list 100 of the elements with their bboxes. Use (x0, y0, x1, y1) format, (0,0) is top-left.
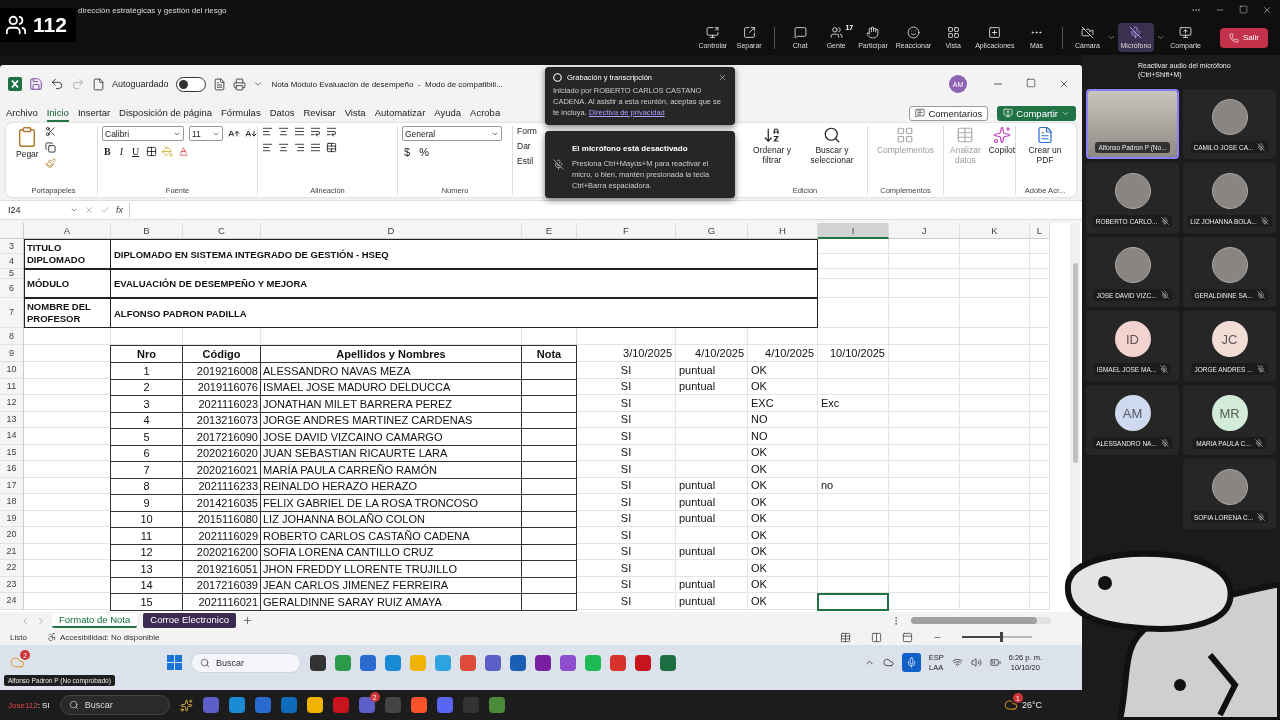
column-header[interactable]: D (261, 223, 522, 239)
empty-cell (889, 477, 960, 494)
sheet-tab[interactable]: Formato de Nota (52, 613, 138, 628)
share-button[interactable]: Compartir (997, 105, 1076, 121)
avatar-photo-placeholder (1211, 247, 1248, 283)
ribbon-tab[interactable]: Datos (269, 104, 295, 122)
people-icon (829, 26, 843, 39)
format-button[interactable]: B (102, 146, 113, 157)
sheet-tab[interactable]: Corroe Electronico (143, 613, 236, 628)
accessibility-icon (46, 632, 57, 642)
camera-off-icon (1081, 26, 1094, 39)
app-icon[interactable] (635, 654, 651, 671)
row-number: 10 (0, 362, 24, 379)
column-header[interactable]: K (960, 223, 1030, 239)
comments-button[interactable]: Comentarios (909, 105, 989, 121)
sort-filter-button[interactable]: Ordenar y filtrar (747, 126, 797, 166)
styles-item[interactable]: Estil (517, 156, 534, 166)
ribbon-tab[interactable]: Revisar (303, 104, 336, 122)
app-icon[interactable] (228, 697, 245, 713)
mic-off-icon (1257, 513, 1266, 521)
chevron-right-icon (36, 615, 46, 626)
number-format-button[interactable]: % (417, 146, 431, 158)
microphone-button[interactable] (901, 653, 921, 672)
format-button[interactable]: U (130, 146, 142, 157)
column-header[interactable]: L (1030, 223, 1050, 239)
table-cell: SI (577, 362, 676, 379)
empty-cell (1030, 279, 1050, 298)
empty-cell (889, 345, 960, 362)
selected-cell[interactable] (817, 593, 889, 611)
app-icon[interactable] (488, 697, 505, 713)
column-header[interactable]: H (748, 223, 818, 239)
app-icon[interactable] (310, 654, 326, 671)
table-header: Nro (110, 345, 183, 363)
accessibility-status[interactable]: Accesibilidad: No disponible (59, 632, 160, 642)
mic-off-icon (1254, 439, 1263, 447)
table-cell: puntual (676, 494, 748, 511)
empty-cell (889, 510, 960, 527)
scrollbar-thumb[interactable] (911, 617, 1037, 624)
app-icon[interactable] (510, 654, 526, 671)
search-icon (68, 700, 79, 710)
table-cell: OK (748, 527, 818, 544)
empty-cell (960, 411, 1030, 428)
chat-author: Jose112 (8, 700, 38, 710)
find-select-button[interactable]: Buscar y seleccionar (801, 126, 863, 166)
paste-button[interactable]: Pegar (14, 126, 41, 160)
ribbon-tab[interactable]: Vista (344, 104, 366, 122)
search-field[interactable]: Buscar (191, 652, 301, 673)
ribbon-tab[interactable]: Acroba (470, 104, 501, 122)
column-header[interactable]: F (577, 223, 676, 239)
app-icon[interactable] (485, 654, 501, 671)
empty-cell (1030, 461, 1050, 478)
empty-cell (1030, 362, 1050, 379)
chat-message: : SI (37, 700, 50, 710)
create-pdf-button[interactable]: Crear un PDF (1020, 126, 1070, 166)
font-size-dropdown[interactable]: 11 (189, 126, 223, 141)
app-icon[interactable] (306, 697, 323, 713)
windows-logo-icon[interactable] (167, 655, 182, 670)
table-cell: puntual (676, 576, 748, 593)
search-field[interactable]: Buscar (59, 695, 170, 715)
ribbon-tab[interactable]: Inicio (46, 104, 69, 122)
app-icon[interactable] (660, 654, 676, 671)
ribbon-tab[interactable]: Ayuda (434, 104, 462, 122)
empty-cell (960, 395, 1030, 412)
column-header[interactable]: E (522, 223, 577, 239)
ribbon-tab[interactable]: Automatizar (374, 104, 426, 122)
font-name-dropdown[interactable]: Calibri (102, 126, 184, 141)
column-header[interactable]: I (818, 223, 889, 239)
app-icon[interactable] (410, 697, 427, 713)
ribbon-tab[interactable]: Insertar (77, 104, 111, 122)
empty-cell (818, 510, 889, 527)
number-format-dropdown[interactable]: General (402, 126, 502, 141)
notification-title: El micrófono está desactivado (572, 144, 688, 153)
app-icon[interactable] (535, 654, 551, 671)
empty-cell (960, 328, 1030, 345)
empty-cell (1030, 477, 1050, 494)
ribbon-tab[interactable]: Fórmulas (221, 104, 261, 122)
table-cell: OK (748, 510, 818, 527)
styles-item[interactable]: Dar (517, 141, 531, 151)
column-header[interactable]: C (183, 223, 261, 239)
function-label[interactable]: fx (116, 205, 123, 215)
empty-cell (960, 444, 1030, 461)
column-header[interactable]: J (889, 223, 960, 239)
autosave-toggle[interactable] (175, 76, 206, 92)
initials-avatar: JC (1211, 321, 1248, 357)
styles-item[interactable]: Form (517, 126, 537, 136)
scrollbar-thumb[interactable] (1072, 263, 1078, 463)
ribbon-tab[interactable]: Archivo (6, 104, 38, 122)
name-box[interactable]: I24 (8, 205, 78, 215)
save-icon (29, 77, 43, 91)
number-format-button[interactable]: $ (402, 146, 413, 158)
column-header[interactable]: A (24, 223, 111, 239)
meeting-title: dirección estratégicas y gestión del riesgo (78, 5, 227, 15)
ribbon-tab[interactable]: Disposición de página (119, 104, 213, 122)
leave-button[interactable]: Salir (1220, 27, 1268, 48)
avatar-photo-placeholder (1211, 99, 1248, 135)
column-header[interactable]: B (111, 223, 183, 239)
format-button[interactable]: I (117, 146, 125, 157)
column-header[interactable]: G (676, 223, 748, 239)
empty-cell (818, 269, 889, 279)
copilot-button[interactable]: Copilot (986, 126, 1018, 156)
